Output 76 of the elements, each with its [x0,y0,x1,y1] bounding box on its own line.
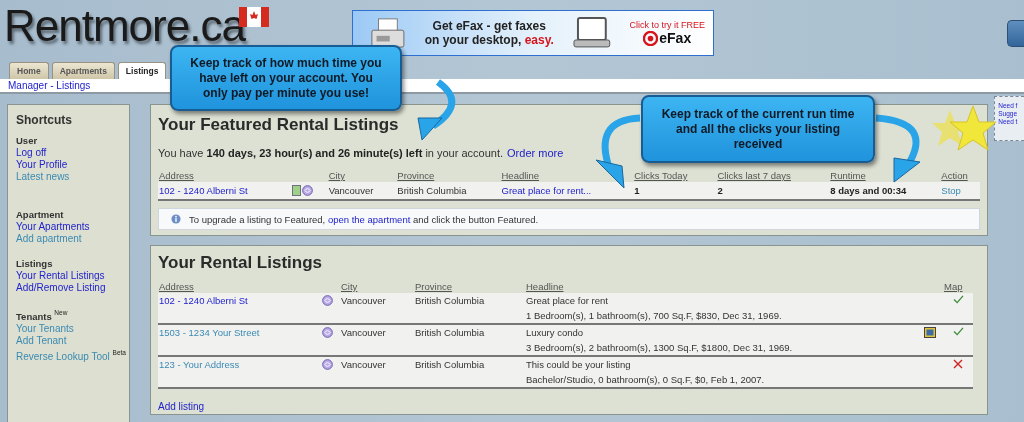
ad-brand: eFax [659,30,692,46]
add-listing-link[interactable]: Add listing [158,401,205,412]
partial-button[interactable] [1007,20,1024,47]
headline-link[interactable]: Great place for rent... [501,185,592,196]
table-cell: Vancouver [328,185,374,196]
open-apartment-link[interactable]: open the apartment [327,213,411,225]
table-cell: 2 [717,185,723,196]
table-cell: Vancouver [341,327,386,338]
address-link[interactable]: 102 - 1240 Alberni St [159,295,248,306]
ad-headline: on your desktop, [424,33,522,47]
address-link[interactable]: 102 - 1240 Alberni St [159,185,248,196]
panel-title: Your Rental Listings [158,253,323,273]
address-link[interactable]: 123 - Your Address [159,359,240,370]
ad-accent: easy. [524,33,554,47]
globe-icon[interactable] [301,185,313,196]
column-header[interactable]: Clicks Today [634,170,688,181]
table-cell: British Columbia [397,185,467,196]
column-header[interactable]: Action [941,170,968,181]
sidebar-link[interactable]: Your Apartments [16,221,90,233]
nav-tab[interactable]: Listings [117,62,167,79]
address-link[interactable]: 1503 - 1234 Your Street [159,327,260,338]
column-header[interactable]: Address [159,170,194,181]
ad-banner[interactable]: Get eFax - get faxes on your desktop, easy. Click to try it FREE eFax [352,10,714,56]
callout-tooltip: Keep track of how much time you have left on your account. You only pay per minute you use! [170,45,402,111]
table-cell: British Columbia [415,359,485,370]
column-header[interactable]: Runtime [830,170,866,181]
laptop-icon [571,16,612,50]
section-heading: Apartment [16,209,64,221]
column-header[interactable]: City [341,281,358,292]
table-cell: This could be your listing [526,359,631,370]
stop-link[interactable]: Stop [941,185,961,196]
column-header[interactable]: Map [944,281,963,292]
column-header[interactable]: Clicks last 7 days [717,170,791,181]
listing-details: 1 Bedroom(s), 1 bathroom(s), 700 Sq.F, $830, Dec 31, 1969. [526,310,783,321]
fax-machine-icon [369,17,407,49]
sidebar-link[interactable]: Reverse Lookup Tool $^{Beta}$ [16,347,126,363]
table-cell: British Columbia [415,327,485,338]
sidebar-link[interactable]: Add/Remove Listing [16,282,106,294]
ad-headline: Get eFax - get faxes [432,19,546,33]
section-heading: Listings [16,258,53,270]
account-time-text: You have 140 days, 23 hour(s) and 26 minute(s) left in your account. [158,147,504,159]
column-header[interactable]: Province [397,170,435,181]
globe-icon[interactable] [322,295,333,306]
listing-details: Bachelor/Studio, 0 bathroom(s), 0 Sq.F, $0, Feb 1, 2007. [526,374,766,385]
ad-cta: Click to try it FREE [629,20,705,30]
listing-details: 3 Bedroom(s), 2 bathroom(s), 1300 Sq.F, $1800, Dec 31, 1969. [526,342,794,353]
nav-tab[interactable]: Home [9,62,49,79]
sidebar-link[interactable]: Your Profile [16,159,68,171]
photo-icon[interactable] [924,327,936,338]
column-header[interactable]: City [328,170,345,181]
globe-icon[interactable] [322,327,333,338]
globe-icon[interactable] [322,359,333,370]
nav-tab[interactable]: Apartments [51,62,115,79]
sidebar-title: Shortcuts [16,113,73,127]
column-header[interactable]: Headline [526,281,564,292]
info-text: To upgrade a listing to Featured, open the apartment and click the button Featured. [189,213,539,225]
table-cell: Great place for rent [526,295,608,306]
column-header[interactable]: Province [415,281,452,292]
document-icon[interactable] [291,185,301,196]
table-cell: 8 days and 00:34 [830,185,907,196]
order-more-link[interactable]: Order more [507,147,564,159]
table-cell: Vancouver [341,295,386,306]
section-heading: Tenants $^{New}$ [16,308,68,323]
table-cell: British Columbia [415,295,485,306]
breadcrumb-link[interactable]: Manager - Listings [8,80,91,91]
sidebar-link[interactable]: Log off [16,147,47,159]
section-heading: User [16,135,38,147]
panel-title: Your Featured Rental Listings [158,115,399,135]
info-icon [171,214,181,224]
table-cell: 1 [634,185,640,196]
column-header[interactable]: Headline [501,170,539,181]
table-cell: Vancouver [341,359,386,370]
callout-tooltip: Keep track of the current run time and all the clicks your listing received [641,95,875,163]
column-header[interactable]: Address [159,281,194,292]
table-cell: Luxury condo [526,327,584,338]
sidebar-link[interactable]: Your Rental Listings [16,270,105,282]
